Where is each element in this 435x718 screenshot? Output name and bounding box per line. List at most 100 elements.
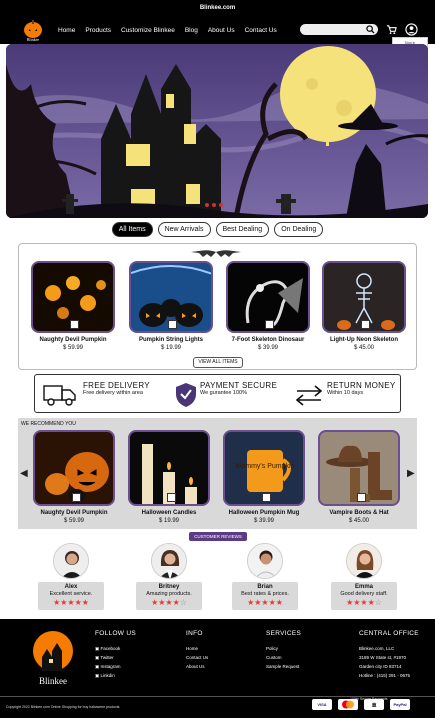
view-all-button[interactable]: VIEW ALL ITEMS [193, 357, 243, 368]
product-image[interactable] [129, 261, 213, 333]
product-image[interactable] [128, 430, 210, 506]
office-line: Garden city ID 83714 [359, 664, 402, 669]
footer-instagram[interactable]: ▣ Instagram [95, 662, 136, 671]
product-card[interactable]: Light-Up Neon Skeleton $ 45.00 [322, 261, 406, 351]
product-name[interactable]: Halloween Pumpkin Mug [223, 510, 305, 516]
footer-twitter[interactable]: ▣ Twitter [95, 653, 136, 662]
logo-text: Blinkee [27, 37, 40, 42]
feature-title: RETURN MONEY [327, 381, 396, 390]
star-rating: ★★★★☆ [151, 598, 187, 607]
tab-best-dealing[interactable]: Best Dealing [215, 222, 270, 237]
product-name[interactable]: Naughty Devil Pumpkin [33, 510, 115, 516]
nav-about[interactable]: About Us [208, 27, 235, 34]
footer-linkedin[interactable]: ▣ Linkdin [95, 671, 136, 680]
product-name[interactable]: Vampire Boots & Hat [318, 510, 400, 516]
recommend-card[interactable]: Naughty Devil Pumpkin $ 59.99 [33, 430, 115, 524]
office-line: 3189 W State st, #1970 [359, 655, 407, 660]
halloween-hero-image [6, 44, 428, 218]
footer-link[interactable]: Policy [266, 644, 301, 653]
tab-on-dealing[interactable]: On Dealing [274, 222, 324, 237]
product-name[interactable]: Halloween Candles [128, 510, 210, 516]
feature-sub: Free delivery within area [83, 390, 143, 396]
avatar [151, 543, 187, 579]
product-card[interactable]: Pumpkin String Lights $ 19.99 [129, 261, 213, 351]
review-comment: Best rates & prices. [241, 591, 289, 597]
return-arrows-icon [295, 385, 323, 406]
footer-logo-icon[interactable]: Blinkee [30, 629, 76, 687]
footer-follow: FOLLOW US ▣ Facebook ▣ Twitter ▣ Instagr… [95, 629, 136, 680]
review-comment: Excellent service. [49, 591, 93, 597]
feature-payment: PAYMENT SECURE We gurantee 100% [200, 381, 277, 396]
review-card: Emma Good delivery staff. ★★★★☆ [331, 543, 397, 610]
cart-badge-icon[interactable] [357, 493, 366, 502]
footer-link[interactable]: About Us [186, 662, 208, 671]
nav-customize[interactable]: Customize Blinkee [121, 27, 175, 34]
nav-products[interactable]: Products [85, 27, 111, 34]
pumpkin-logo-icon[interactable]: Blinkee [22, 18, 44, 42]
footer-office: CENTRAL OFFICE Blinkee.com, LLC 3189 W S… [359, 629, 419, 680]
paypal-icon: PayPal [390, 699, 410, 710]
recommend-title: WE RECOMMEND YOU [21, 421, 76, 427]
cart-badge-icon[interactable] [72, 493, 81, 502]
product-image[interactable] [226, 261, 310, 333]
recommend-section: WE RECOMMEND YOU ◀ ▶ Naughty Devil Pumpk… [18, 418, 417, 529]
tab-all-items[interactable]: All Items [111, 222, 153, 237]
avatar [53, 543, 89, 579]
features-bar: FREE DELIVERY Free delivery within area … [34, 374, 401, 413]
cart-badge-icon[interactable] [70, 320, 79, 329]
search-input[interactable] [300, 24, 378, 35]
feature-title: FREE DELIVERY [83, 381, 150, 390]
cart-badge-icon[interactable] [262, 493, 271, 502]
user-icon[interactable] [405, 23, 418, 36]
carousel-dots[interactable] [205, 203, 223, 207]
footer-facebook[interactable]: ▣ Facebook [95, 644, 136, 653]
nav-home[interactable]: Home [58, 27, 75, 34]
product-name[interactable]: Pumpkin String Lights [129, 337, 213, 343]
navbar: Blinkee Home Products Customize Blinkee … [0, 16, 435, 44]
cart-icon[interactable] [386, 24, 397, 35]
cart-badge-icon[interactable] [167, 493, 176, 502]
product-price: $ 19.99 [158, 518, 180, 524]
footer-link[interactable]: Custom [266, 653, 301, 662]
product-image[interactable] [318, 430, 400, 506]
next-arrow-icon[interactable]: ▶ [407, 468, 415, 479]
cart-badge-icon[interactable] [168, 320, 177, 329]
cart-badge-icon[interactable] [265, 320, 274, 329]
footer-heading: SERVICES [266, 630, 302, 637]
footer-link[interactable]: Home [186, 644, 208, 653]
footer-link[interactable]: Sample Request [266, 662, 301, 671]
product-image[interactable] [33, 430, 115, 506]
review-card: Alex Excellent service. ★★★★★ [38, 543, 104, 610]
product-price: $ 19.99 [160, 345, 182, 351]
recommend-card[interactable]: Mommy's Pumpkin Halloween Pumpkin Mug $ … [223, 430, 305, 524]
bank-icon: 🏛 [364, 699, 384, 710]
product-image[interactable] [31, 261, 115, 333]
product-card[interactable]: 7-Foot Skeleton Dinosaur $ 39.99 [226, 261, 310, 351]
footer-services: SERVICES Policy Custom Sample Request [266, 629, 301, 671]
reviewer-name: Brian [257, 584, 273, 590]
office-line: Hotline : (415) 291 - 0675 [359, 673, 411, 678]
recommend-card[interactable]: Halloween Candles $ 19.99 [128, 430, 210, 524]
footer-heading: FOLLOW US [95, 630, 136, 637]
product-name[interactable]: Naughty Devil Pumpkin [31, 337, 115, 343]
product-name[interactable]: Light-Up Neon Skeleton [322, 337, 406, 343]
tab-new-arrivals[interactable]: New Arrivals [157, 222, 211, 237]
search-icon[interactable] [366, 25, 375, 34]
product-card[interactable]: Naughty Devil Pumpkin $ 59.99 [31, 261, 115, 351]
product-price: $ 45.00 [348, 518, 370, 524]
product-image[interactable] [322, 261, 406, 333]
bat-icon [191, 250, 241, 257]
product-price: $ 59.99 [63, 518, 85, 524]
footer-link[interactable]: Contact Us [186, 653, 208, 662]
product-image[interactable]: Mommy's Pumpkin [223, 430, 305, 506]
review-card: Britney Amazing products. ★★★★☆ [136, 543, 202, 610]
nav-blog[interactable]: Blog [185, 27, 198, 34]
nav-contact[interactable]: Contact Us [245, 27, 277, 34]
feature-sub: We gurantee 100% [200, 390, 247, 396]
prev-arrow-icon[interactable]: ◀ [20, 468, 28, 479]
products-panel: Naughty Devil Pumpkin $ 59.99 Pumpkin St… [18, 243, 417, 370]
cart-badge-icon[interactable] [361, 320, 370, 329]
product-name[interactable]: 7-Foot Skeleton Dinosaur [226, 337, 310, 343]
recommend-card[interactable]: Vampire Boots & Hat $ 45.00 [318, 430, 400, 524]
shield-icon [176, 383, 196, 407]
